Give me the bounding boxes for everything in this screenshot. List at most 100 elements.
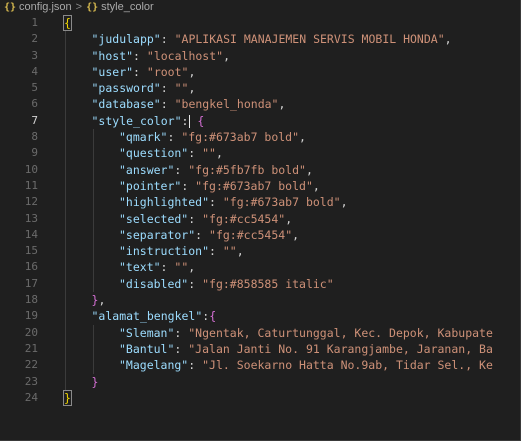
indent-guide <box>65 275 66 293</box>
json-punctuation: , <box>299 130 306 145</box>
indent-guide <box>65 112 66 130</box>
json-key: "judulapp" <box>91 32 161 47</box>
json-string: "fg:#673ab7 bold" <box>222 195 341 210</box>
line-number: 8 <box>31 130 38 144</box>
code-line[interactable]: 2 "judulapp": "APLIKASI MANAJEMEN SERVIS … <box>0 31 520 48</box>
json-key: "user" <box>91 64 134 79</box>
json-punctuation: : <box>209 244 223 259</box>
code-text: "answer": "fg:#5fb7fb bold", <box>119 162 313 178</box>
json-punctuation: , <box>305 162 313 177</box>
json-key: "answer" <box>119 162 175 177</box>
indent-guide <box>92 324 94 341</box>
indent-guide <box>65 80 66 97</box>
line-number: 6 <box>31 97 38 111</box>
json-punctuation: , <box>278 97 286 112</box>
code-line[interactable]: 4 "user": "root", <box>0 63 520 81</box>
json-key: "host" <box>91 48 134 63</box>
code-line[interactable]: 17 "disabled": "fg:#858585 italic" <box>0 275 520 293</box>
code-line[interactable]: 23} <box>0 373 520 390</box>
code-line[interactable]: 12 "highlighted": "fg:#673ab7 bold", <box>0 194 520 211</box>
line-number: 9 <box>31 146 38 160</box>
breadcrumb: {} config.json > {} style_color <box>0 0 520 14</box>
indent-guide <box>65 226 66 244</box>
code-line[interactable]: 15 "instruction": "", <box>0 243 520 260</box>
code-line[interactable]: 9 "question": "", <box>0 145 520 162</box>
line-number: 1 <box>31 16 38 29</box>
json-key: "qmark" <box>119 130 168 145</box>
code-line[interactable]: 13 "selected": "fg:#cc5454", <box>0 210 520 227</box>
breadcrumb-file[interactable]: config.json <box>19 1 72 13</box>
json-punctuation: : <box>160 81 175 96</box>
indent-guide <box>92 275 94 293</box>
code-text: "host": "localhost", <box>92 48 231 64</box>
code-line[interactable]: 11 "pointer": "fg:#673ab7 bold", <box>0 177 520 195</box>
json-punctuation: , <box>292 227 300 242</box>
json-brace: } <box>63 389 72 406</box>
code-text: "user": "root", <box>92 64 196 80</box>
indent-guide <box>65 177 66 195</box>
code-text: "database": "bengkel_honda", <box>92 96 286 112</box>
json-punctuation: : <box>174 325 189 340</box>
indent-guide <box>65 129 66 146</box>
code-line[interactable]: 19 "alamat_bengkel":{ <box>0 308 520 325</box>
json-string: "Ngentak, Caturtunggal, Kec. Depok, Kabu… <box>188 325 493 340</box>
json-string: "fg:#cc5454" <box>202 211 286 226</box>
json-punctuation: : <box>209 195 223 210</box>
json-punctuation: : <box>181 178 196 193</box>
indent-guide <box>92 129 94 146</box>
line-number: 16 <box>24 260 38 274</box>
code-line[interactable]: 3 "host": "localhost", <box>0 47 520 64</box>
code-area[interactable]: 1{2 "judulapp": "APLIKASI MANAJEMEN SERVI… <box>0 15 520 406</box>
json-string: "" <box>174 81 189 96</box>
indent-guide <box>65 292 66 309</box>
json-punctuation: : <box>160 97 175 112</box>
json-punctuation: , <box>223 48 231 63</box>
line-number: 21 <box>24 341 38 355</box>
json-punctuation: : <box>174 341 189 356</box>
code-line[interactable]: 18}, <box>0 292 520 309</box>
code-line[interactable]: 22 "Magelang": "Jl. Soekarno Hatta No.9ab… <box>0 357 520 374</box>
line-number: 12 <box>24 195 38 209</box>
json-brace: { <box>209 309 217 324</box>
code-line[interactable]: 6 "database": "bengkel_honda", <box>0 96 520 113</box>
json-brace: { <box>63 15 72 31</box>
json-brace: { <box>197 113 205 128</box>
json-punctuation: : <box>188 211 203 226</box>
json-punctuation: , <box>312 178 320 193</box>
line-number: 18 <box>24 293 38 307</box>
json-punctuation: : <box>181 113 189 128</box>
json-file-icon: {} <box>4 1 17 13</box>
breadcrumb-symbol[interactable]: style_color <box>101 1 154 13</box>
code-editor[interactable]: {} config.json > {} style_color 1{2 "judu… <box>0 0 521 441</box>
json-string: "bengkel_honda" <box>174 97 279 112</box>
code-line[interactable]: 20 "Sleman": "Ngentak, Caturtunggal, Kec.… <box>0 324 520 341</box>
indent-guide <box>92 259 94 276</box>
code-line[interactable]: 21 "Bantul": "Jalan Janti No. 91 Karangja… <box>0 340 520 358</box>
code-line[interactable]: 14 "separator": "fg:#cc5454", <box>0 226 520 244</box>
indent-guide <box>65 145 66 162</box>
code-text: "Bantul": "Jalan Janti No. 91 Karangjamb… <box>119 341 493 357</box>
indent-guide <box>92 243 94 260</box>
code-line[interactable]: 16 "text": "", <box>0 259 520 276</box>
json-punctuation: : <box>167 130 182 145</box>
json-key: "style_color" <box>91 113 182 128</box>
code-line[interactable]: 1{ <box>0 15 520 31</box>
code-text: "Magelang": "Jl. Soekarno Hatta No.9ab, … <box>119 357 493 373</box>
code-line[interactable]: 5 "password": "", <box>0 80 520 97</box>
code-text: }, <box>92 292 106 308</box>
code-line[interactable]: 7 "style_color": { <box>0 112 520 130</box>
indent-guide <box>65 161 66 178</box>
json-punctuation: , <box>188 81 196 96</box>
code-line[interactable]: 10 "answer": "fg:#5fb7fb bold", <box>0 161 520 178</box>
code-text: "password": "", <box>92 80 196 96</box>
indent-guide <box>92 226 94 244</box>
json-string: "" <box>174 260 189 275</box>
code-text: "disabled": "fg:#858585 italic" <box>119 276 334 292</box>
indent-guide <box>65 63 66 81</box>
json-punctuation: : <box>133 64 147 79</box>
code-line[interactable]: 24} <box>0 389 520 406</box>
indent-guide <box>65 373 66 390</box>
json-key: "highlighted" <box>119 195 210 210</box>
json-key: "question" <box>119 146 189 161</box>
code-line[interactable]: 8 "qmark": "fg:#673ab7 bold", <box>0 129 520 146</box>
